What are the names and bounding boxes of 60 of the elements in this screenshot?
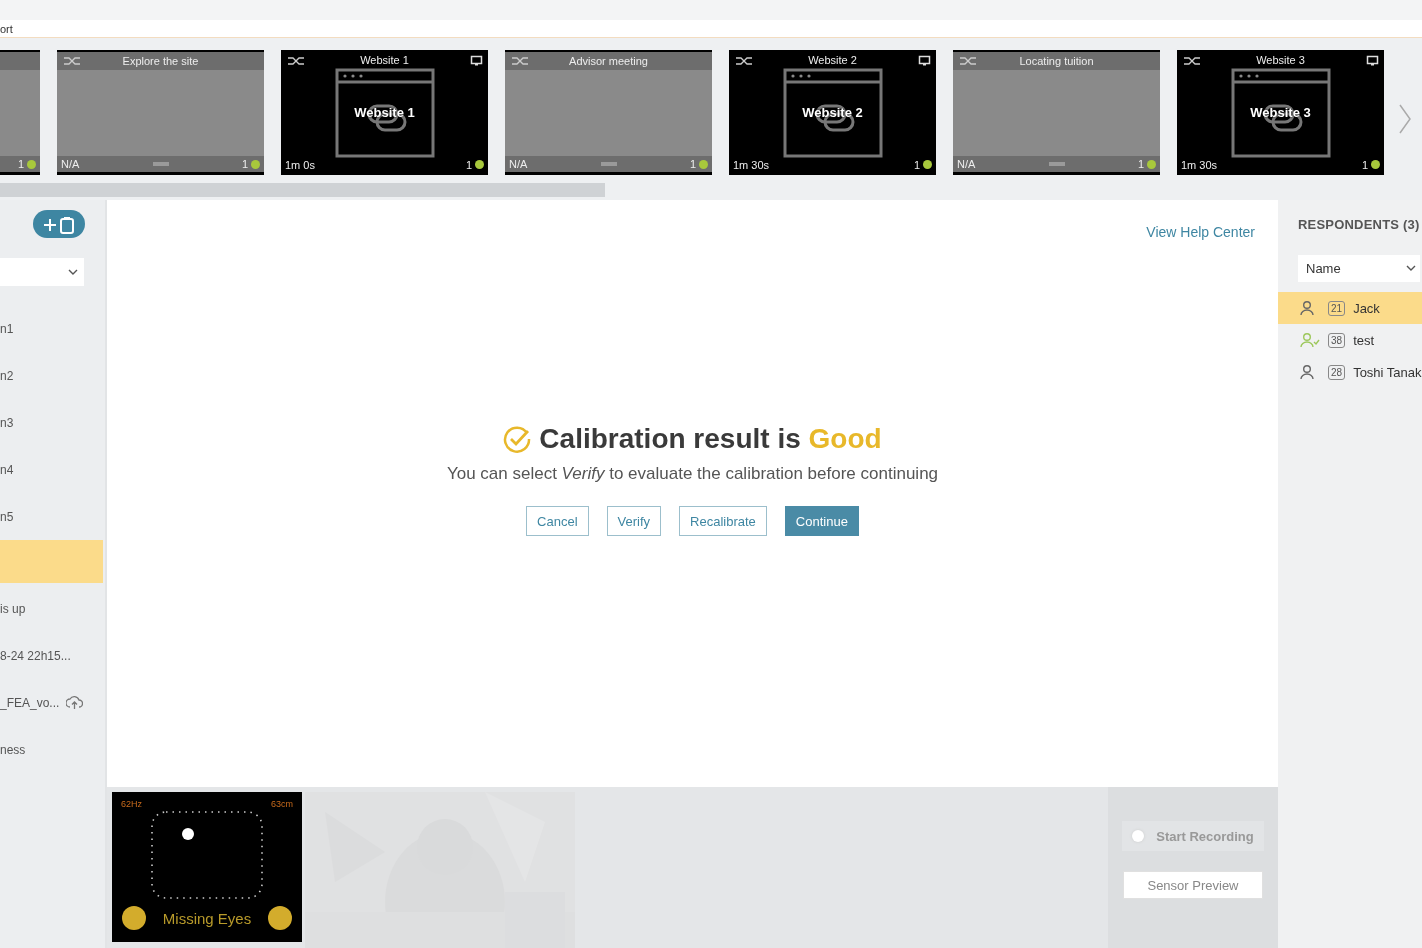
stimulus-count: 1 [913,158,920,171]
stimulus-label: Website 1 [354,105,415,121]
calibration-title: Calibration result is Good [539,423,882,455]
stimulus-count: 1 [465,158,472,171]
sidebar-item[interactable]: n3 [0,399,105,446]
stimulus-duration: 1m 0s [285,158,315,171]
respondent-row[interactable]: 38 test [1278,324,1422,356]
stimulus-card[interactable]: Locating tuition N/A 1 [953,50,1160,175]
sidebar-item[interactable]: n4 [0,446,105,493]
stimulus-count: 1 [241,158,248,170]
dialog-button[interactable]: Continue [784,506,859,536]
respondent-row[interactable]: 28 Toshi Tanak [1278,356,1422,388]
stimulus-label: Website 2 [802,105,863,121]
stimulus-card[interactable]: Website 3 Website 3 1m 30s 1 [1177,50,1384,175]
panel-title: RESPONDENTS (3) [1298,217,1421,232]
respondent-row[interactable]: 21 Jack [1278,292,1422,324]
sidebar-item[interactable]: n1 [0,305,105,352]
stimulus-title: Website 1 [360,53,409,66]
stimulus-duration: N/A [61,158,80,170]
help-center-link[interactable]: View Help Center [1146,224,1255,240]
age-tag: 21 [1328,300,1346,316]
respondent-name: test [1353,332,1375,348]
stimulus-title: Locating tuition [1019,55,1094,67]
age-tag: 28 [1328,364,1346,380]
sidebar-item[interactable]: _FEA_vo... [0,679,105,726]
stimulus-title: Explore the site [122,55,199,67]
dialog-button[interactable]: Verify [606,506,662,536]
stimulus-card[interactable]: Website 1 Website 1 1m 0s 1 [281,50,488,175]
dialog-button[interactable]: Recalibrate [679,506,767,536]
stimulus-card[interactable]: 1 [0,50,40,175]
stimulus-label: Website 3 [1250,105,1311,121]
sidebar-item[interactable]: n5 [0,493,105,540]
stimulus-count: 1 [1137,158,1144,170]
eye-distance: 63cm [271,799,293,809]
sidebar-item[interactable]: 8-24 22h15... [0,632,105,679]
respondent-name: Jack [1353,300,1380,316]
sample-rate: 62Hz [121,799,142,809]
toolbar-label: ort [0,22,13,35]
respondent-name: Toshi Tanak [1353,364,1422,380]
sort-dropdown[interactable]: Name [1298,255,1420,282]
tracking-status: Missing Eyes [162,909,252,927]
sidebar-item[interactable]: n2 [0,352,105,399]
stimulus-title: Website 2 [808,53,857,66]
age-tag: 38 [1328,332,1346,348]
stimulus-count: 1 [689,158,696,170]
stimulus-count: 1 [1361,158,1368,171]
sidebar-item[interactable]: ness [0,726,105,773]
stimulus-title: Advisor meeting [569,55,648,67]
dialog-button[interactable]: Cancel [526,506,589,536]
stimulus-duration: 1m 30s [733,158,770,171]
stimulus-count: 1 [17,158,24,170]
stimulus-card[interactable]: Explore the site N/A 1 [57,50,264,175]
stimulus-card[interactable]: Website 2 Website 2 1m 30s 1 [729,50,936,175]
stimulus-duration: 1m 30s [1181,158,1218,171]
calibration-message: You can select Verify to evaluate the calibration before continuing [446,464,939,484]
sidebar-item[interactable]: is up [0,585,105,632]
stimulus-card[interactable]: Advisor meeting N/A 1 [505,50,712,175]
stimulus-duration: N/A [509,158,528,170]
stimulus-duration: N/A [957,158,976,170]
stimulus-title: Website 3 [1256,53,1305,66]
